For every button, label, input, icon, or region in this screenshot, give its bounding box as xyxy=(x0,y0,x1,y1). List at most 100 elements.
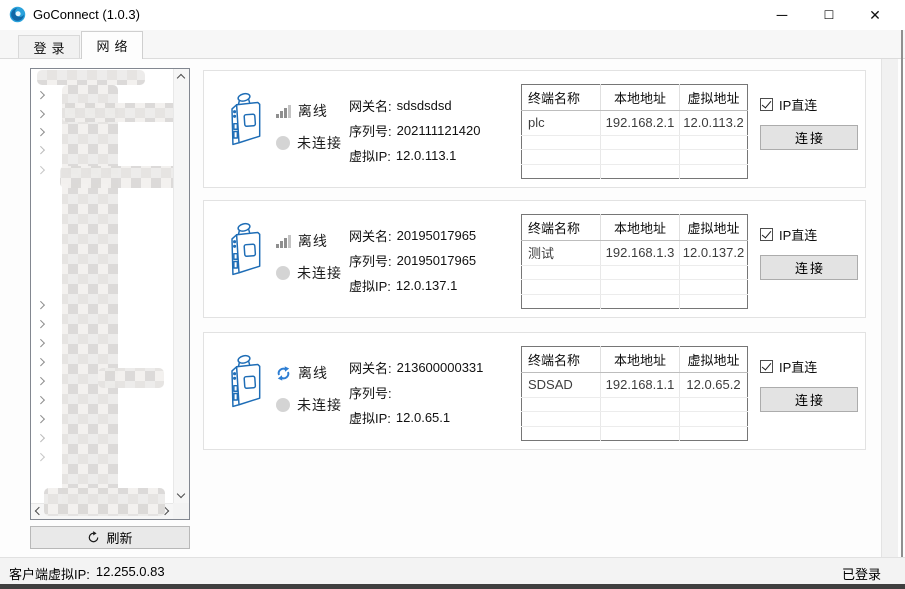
table-row-empty xyxy=(522,397,748,411)
tree-expand-icon[interactable] xyxy=(37,434,45,442)
terminal-local-address: 192.168.1.1 xyxy=(601,372,680,397)
terminal-table: 终端名称 本地地址 虚拟地址 SDSAD 192.168.1.1 12.0.65… xyxy=(521,346,748,441)
tree-expand-icon[interactable] xyxy=(37,358,45,366)
sync-icon xyxy=(276,366,291,381)
table-header-row: 终端名称 本地地址 虚拟地址 xyxy=(522,215,748,241)
gateway-name-value: 213600000331 xyxy=(397,360,484,375)
table-row[interactable]: SDSAD 192.168.1.1 12.0.65.2 xyxy=(522,372,748,397)
connection-dot-icon xyxy=(276,398,290,412)
tree-expand-icon[interactable] xyxy=(37,453,45,461)
connection-dot-icon xyxy=(276,266,290,280)
client-vip-value: 12.255.0.83 xyxy=(96,564,165,583)
connect-button[interactable]: 连接 xyxy=(760,125,858,150)
refresh-button[interactable]: 刷新 xyxy=(30,526,190,549)
signal-bars-icon xyxy=(276,235,291,248)
ip-direct-checkbox[interactable]: IP直连 xyxy=(760,225,860,244)
table-row-empty xyxy=(522,426,748,441)
client-vip-label: 客户端虚拟IP: xyxy=(9,564,90,583)
ip-direct-label: IP直连 xyxy=(779,225,817,244)
scroll-left-icon[interactable] xyxy=(35,507,43,515)
app-logo-icon xyxy=(9,6,26,23)
redacted-content xyxy=(62,103,184,122)
status-label: 离线 xyxy=(298,363,328,383)
gateway-name-label: 网关名: xyxy=(349,96,392,115)
card-actions: IP直连 连接 xyxy=(760,357,860,412)
connect-button[interactable]: 连接 xyxy=(760,387,858,412)
tab-login[interactable]: 登录 xyxy=(18,35,80,59)
virtual-ip-value: 12.0.113.1 xyxy=(396,148,456,163)
main-vertical-scrollbar[interactable] xyxy=(881,59,898,557)
login-status: 已登录 xyxy=(842,564,881,583)
gateway-name-value: sdsdsdsd xyxy=(397,98,452,113)
minimize-button[interactable]: ─ xyxy=(759,0,805,30)
redacted-content xyxy=(44,488,165,516)
table-row-empty xyxy=(522,150,748,164)
refresh-label: 刷新 xyxy=(106,528,132,547)
signal-bars-icon xyxy=(276,105,291,118)
scrollbar-corner xyxy=(173,503,189,519)
app-window: GoConnect (1.0.3) ─ ☐ ✕ 登录 网络 xyxy=(0,0,905,589)
tree-expand-icon[interactable] xyxy=(37,320,45,328)
tree-expand-icon[interactable] xyxy=(37,91,45,99)
ip-direct-checkbox[interactable]: IP直连 xyxy=(760,357,860,376)
col-terminal-name: 终端名称 xyxy=(522,85,601,111)
tree-expand-icon[interactable] xyxy=(37,146,45,154)
col-local-address: 本地地址 xyxy=(601,347,680,373)
virtual-ip-value: 12.0.137.1 xyxy=(396,278,457,293)
tree-expand-icon[interactable] xyxy=(37,301,45,309)
tree-expand-icon[interactable] xyxy=(37,110,45,118)
table-row-empty xyxy=(522,135,748,149)
redacted-content xyxy=(37,70,145,85)
terminal-name: SDSAD xyxy=(522,372,601,397)
col-terminal-name: 终端名称 xyxy=(522,215,601,241)
redacted-content xyxy=(60,166,184,188)
scroll-down-icon[interactable] xyxy=(177,490,185,498)
gateway-info: 网关名:sdsdsdsd 序列号:202111121420 虚拟IP:12.0.… xyxy=(349,93,519,168)
table-row[interactable]: plc 192.168.2.1 12.0.113.2 xyxy=(522,110,748,135)
table-row[interactable]: 测试 192.168.1.3 12.0.137.2 xyxy=(522,240,748,265)
terminal-local-address: 192.168.2.1 xyxy=(601,110,680,135)
scroll-up-icon[interactable] xyxy=(177,74,185,82)
gateway-device-icon xyxy=(220,89,268,151)
card-actions: IP直连 连接 xyxy=(760,95,860,150)
status-label: 离线 xyxy=(298,231,328,251)
table-row-empty xyxy=(522,294,748,309)
tree-expand-icon[interactable] xyxy=(37,128,45,136)
gateway-info: 网关名:213600000331 序列号: 虚拟IP:12.0.65.1 xyxy=(349,355,519,430)
tree-expand-icon[interactable] xyxy=(37,377,45,385)
tab-network[interactable]: 网络 xyxy=(81,31,143,59)
gateway-info: 网关名:20195017965 序列号:20195017965 虚拟IP:12.… xyxy=(349,223,519,298)
gateway-name-label: 网关名: xyxy=(349,358,392,377)
terminal-virtual-address: 12.0.65.2 xyxy=(680,372,748,397)
tree-expand-icon[interactable] xyxy=(37,396,45,404)
checkbox-check-icon xyxy=(760,98,773,111)
tree-expand-icon[interactable] xyxy=(37,166,45,174)
gateway-name-value: 20195017965 xyxy=(397,228,477,243)
connection-dot-icon xyxy=(276,136,290,150)
tree-vertical-scrollbar[interactable] xyxy=(173,69,189,503)
tree-expand-icon[interactable] xyxy=(37,415,45,423)
ip-direct-label: IP直连 xyxy=(779,357,817,376)
ip-direct-checkbox[interactable]: IP直连 xyxy=(760,95,860,114)
col-local-address: 本地地址 xyxy=(601,85,680,111)
tree-expand-icon[interactable] xyxy=(37,339,45,347)
maximize-button[interactable]: ☐ xyxy=(806,0,852,30)
connect-button[interactable]: 连接 xyxy=(760,255,858,280)
gateway-card: 离线 未连接 网关名:sdsdsdsd 序列号:202111121420 虚拟I… xyxy=(203,70,866,188)
connection-label: 未连接 xyxy=(297,395,342,415)
card-actions: IP直连 连接 xyxy=(760,225,860,280)
tab-strip: 登录 网络 xyxy=(0,30,905,59)
col-virtual-address: 虚拟地址 xyxy=(680,215,748,241)
terminal-local-address: 192.168.1.3 xyxy=(601,240,680,265)
col-virtual-address: 虚拟地址 xyxy=(680,85,748,111)
gateway-tree-panel[interactable] xyxy=(30,68,190,520)
window-title: GoConnect (1.0.3) xyxy=(33,7,140,22)
virtual-ip-label: 虚拟IP: xyxy=(349,408,391,427)
gateway-device-icon xyxy=(220,219,268,281)
serial-label: 序列号: xyxy=(349,121,392,140)
virtual-ip-label: 虚拟IP: xyxy=(349,146,391,165)
gateway-name-label: 网关名: xyxy=(349,226,392,245)
close-button[interactable]: ✕ xyxy=(852,0,898,30)
status-bar: 客户端虚拟IP: 12.255.0.83 已登录 xyxy=(0,557,905,584)
window-bottom-border xyxy=(0,584,905,589)
